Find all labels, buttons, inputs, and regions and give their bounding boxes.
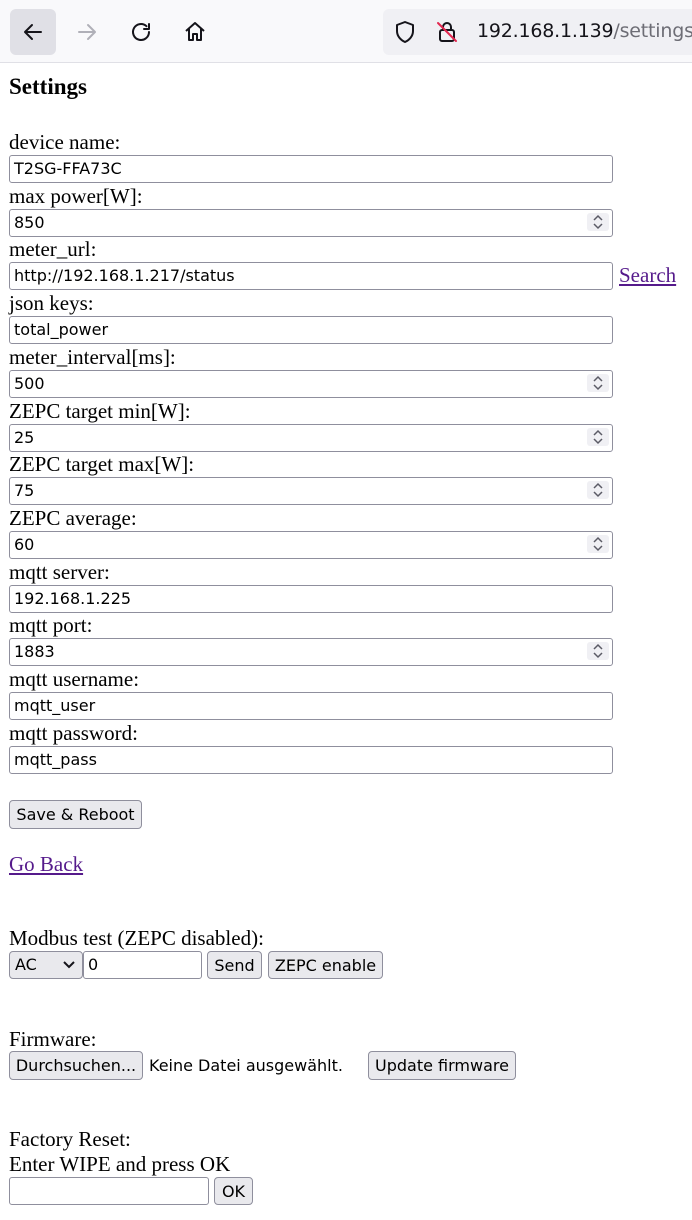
number-stepper[interactable] [587, 481, 609, 500]
factory-reset-label: Factory Reset: [9, 1127, 131, 1151]
meter-interval-ms-label: meter_interval[ms]: [9, 344, 176, 369]
mqtt-username-input[interactable]: mqtt_user [9, 692, 613, 720]
mqtt-password-value: mqtt_pass [14, 749, 97, 769]
stepper-arrows-icon [593, 536, 603, 551]
send-button[interactable]: Send [207, 951, 262, 979]
url-path: /settings [613, 20, 692, 42]
back-arrow-icon [24, 24, 42, 40]
number-stepper[interactable] [587, 212, 609, 231]
meter-url-label: meter_url: [9, 237, 97, 262]
ok-button[interactable]: OK [214, 1177, 253, 1205]
stepper-arrows-icon [593, 429, 603, 444]
go-back-link[interactable]: Go Back [9, 852, 83, 877]
mqtt-server-label: mqtt server: [9, 559, 110, 584]
json-keys-value: total_power [14, 320, 109, 340]
device-name-label: device name: [9, 130, 121, 154]
meter-url-value: http://192.168.1.217/status [14, 266, 235, 286]
zepc-target-max-w-value: 75 [14, 481, 35, 501]
meter-url-input[interactable]: http://192.168.1.217/status [9, 262, 613, 291]
zepc-average-value: 60 [14, 534, 35, 554]
mqtt-port-input[interactable]: 1883 [9, 638, 613, 667]
url-host: 192.168.1.139 [477, 20, 614, 42]
no-file-text: Keine Datei ausgewählt. [149, 1056, 343, 1075]
mqtt-password-label: mqtt password: [9, 720, 138, 745]
zepc-target-min-w-label: ZEPC target min[W]: [9, 398, 191, 423]
insecure-lock-icon[interactable] [435, 20, 459, 44]
zepc-average-input[interactable]: 60 [9, 530, 613, 559]
zepc-average-label: ZEPC average: [9, 505, 137, 530]
url-text: 192.168.1.139/settings [477, 20, 692, 42]
number-stepper[interactable] [587, 373, 609, 392]
reload-icon [132, 23, 150, 41]
stepper-arrows-icon [593, 375, 603, 390]
zepc-target-min-w-input[interactable]: 25 [9, 423, 613, 452]
browser-toolbar: 192.168.1.139/settings [0, 0, 692, 63]
page-title: Settings [9, 74, 87, 99]
zepc-target-max-w-label: ZEPC target max[W]: [9, 452, 195, 477]
mqtt-server-value: 192.168.1.225 [14, 588, 132, 608]
mqtt-username-label: mqtt username: [9, 667, 140, 691]
zepc-enable-button[interactable]: ZEPC enable [268, 951, 383, 979]
number-stepper[interactable] [587, 534, 609, 553]
mqtt-port-value: 1883 [14, 642, 55, 662]
stepper-arrows-icon [593, 644, 603, 659]
modbus-type-select[interactable]: AC [9, 951, 83, 979]
max-power-w-value: 850 [14, 212, 45, 232]
factory-reset-instruction: Enter WIPE and press OK [9, 1152, 231, 1176]
search-link[interactable]: Search [619, 263, 676, 288]
zepc-target-min-w-value: 25 [14, 427, 35, 447]
meter-interval-ms-value: 500 [14, 373, 45, 393]
modbus-type-value: AC [15, 955, 37, 974]
json-keys-label: json keys: [9, 291, 94, 316]
chevron-down-icon [63, 961, 75, 969]
mqtt-port-label: mqtt port: [9, 613, 93, 638]
stepper-arrows-icon [593, 483, 603, 498]
zepc-target-max-w-input[interactable]: 75 [9, 477, 613, 506]
home-button[interactable] [172, 9, 218, 55]
max-power-w-input[interactable]: 850 [9, 208, 613, 237]
forward-button[interactable] [64, 9, 110, 55]
wipe-input[interactable] [9, 1177, 209, 1205]
save-reboot-button[interactable]: Save & Reboot [9, 800, 142, 829]
browse-file-button[interactable]: Durchsuchen... [9, 1051, 143, 1080]
stepper-arrows-icon [593, 214, 603, 229]
meter-interval-ms-input[interactable]: 500 [9, 369, 613, 398]
shield-icon[interactable] [393, 20, 417, 44]
firmware-label: Firmware: [9, 1027, 97, 1051]
home-icon [185, 22, 205, 41]
back-button[interactable] [10, 9, 56, 55]
max-power-w-label: max power[W]: [9, 183, 143, 208]
number-stepper[interactable] [587, 642, 609, 661]
number-stepper[interactable] [587, 427, 609, 446]
reload-button[interactable] [118, 9, 164, 55]
forward-arrow-icon [78, 24, 96, 40]
mqtt-username-value: mqtt_user [14, 696, 96, 715]
device-name-value: T2SG-FFA73C [14, 159, 122, 178]
mqtt-password-input[interactable]: mqtt_pass [9, 745, 613, 774]
url-bar[interactable]: 192.168.1.139/settings [383, 9, 692, 55]
mqtt-server-input[interactable]: 192.168.1.225 [9, 584, 613, 613]
json-keys-input[interactable]: total_power [9, 316, 613, 345]
update-firmware-button[interactable]: Update firmware [368, 1051, 516, 1080]
modbus-value-input[interactable]: 0 [83, 951, 202, 979]
modbus-label: Modbus test (ZEPC disabled): [9, 926, 264, 950]
device-name-input[interactable]: T2SG-FFA73C [9, 155, 613, 183]
